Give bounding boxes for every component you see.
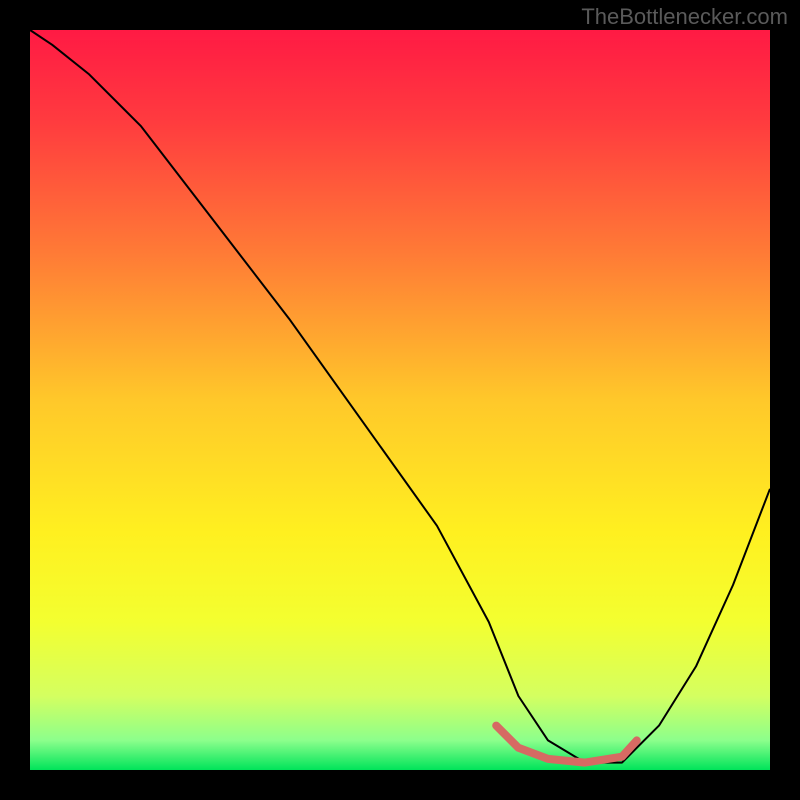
watermark-text: TheBottlenecker.com bbox=[581, 4, 788, 30]
chart-lines bbox=[30, 30, 770, 770]
series-optimal-range-marker bbox=[496, 726, 637, 763]
series-bottleneck-curve bbox=[30, 30, 770, 763]
chart-container bbox=[30, 30, 770, 770]
